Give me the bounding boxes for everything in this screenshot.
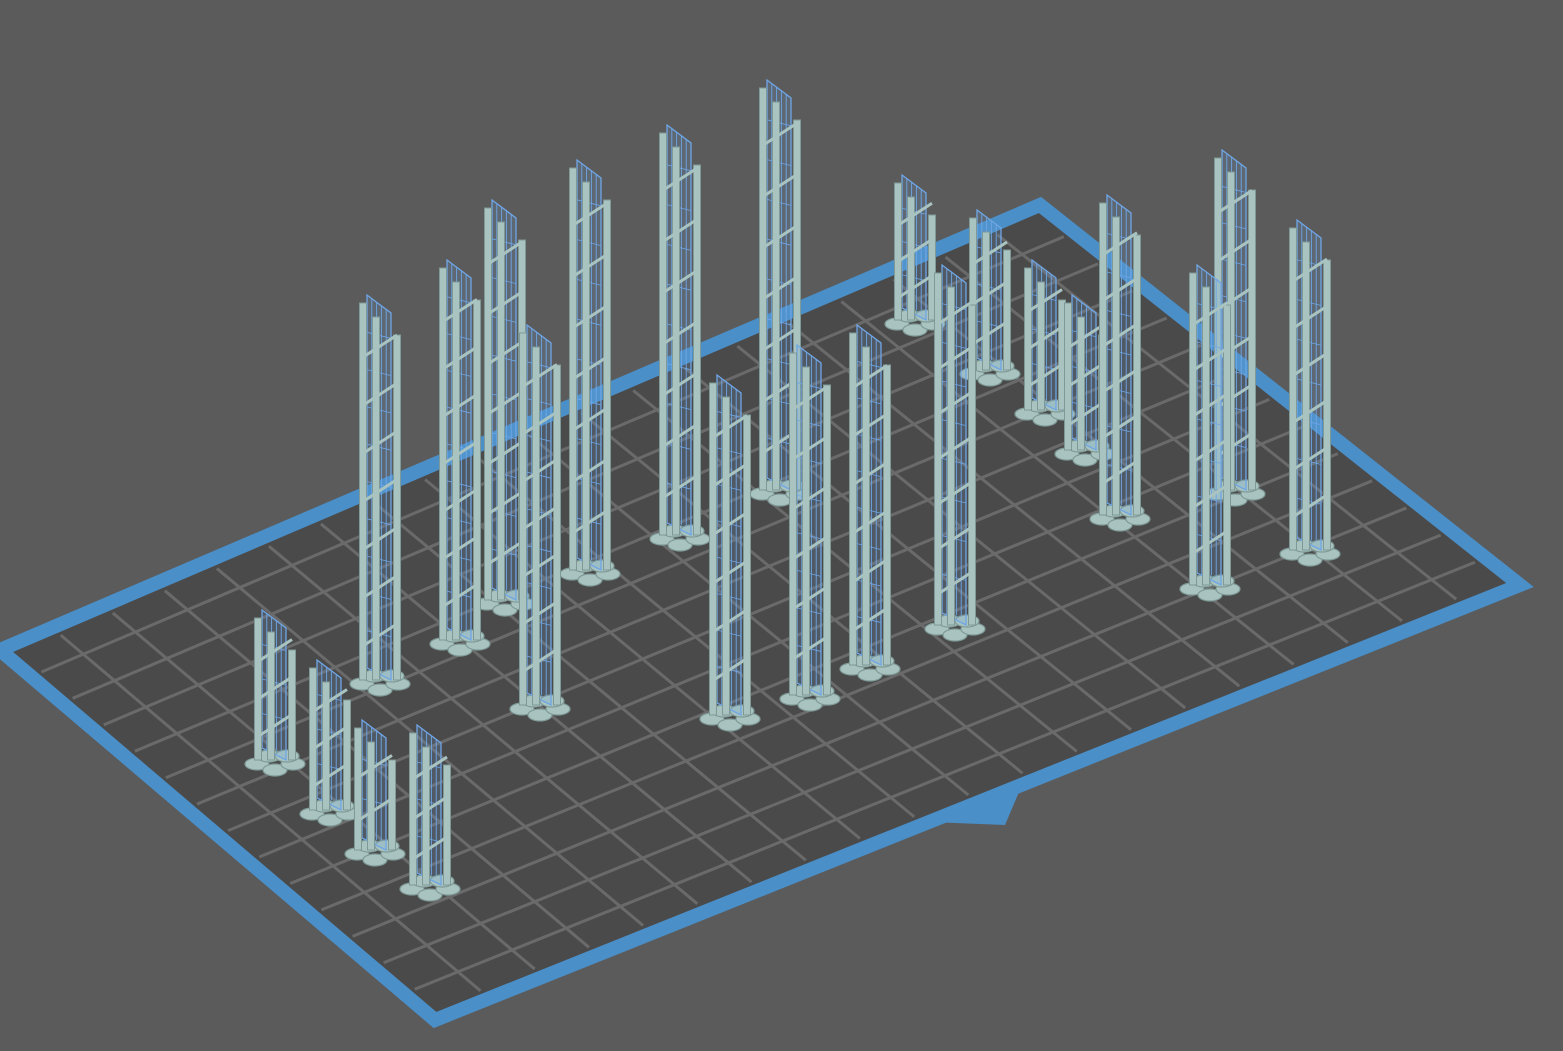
support-pillar (883, 364, 891, 666)
supported-model-m14[interactable] (839, 323, 901, 682)
support-pillar (443, 764, 451, 886)
support-pillar (367, 741, 375, 851)
support-pillar (582, 181, 590, 571)
support-pillar (553, 364, 561, 706)
support-pillar (452, 281, 460, 641)
support-pillar (1024, 267, 1032, 411)
support-pillar (672, 146, 680, 536)
supported-model-m02[interactable] (349, 293, 411, 697)
support-pillar (569, 167, 577, 571)
support-pillar (519, 332, 527, 706)
supported-model-m06[interactable] (429, 258, 491, 657)
support-pillar (393, 334, 401, 681)
support-pillar (894, 182, 902, 321)
support-pillar (1189, 272, 1197, 586)
support-pillar (532, 346, 540, 706)
support-pillar (354, 727, 362, 851)
supported-model-m12[interactable] (699, 373, 761, 732)
supported-model-m20[interactable] (1089, 193, 1151, 532)
support-pillar (849, 332, 857, 666)
support-pillar (1099, 202, 1107, 516)
support-pillar (759, 87, 767, 491)
support-pillar (722, 396, 730, 716)
support-pillar (789, 352, 797, 696)
supported-model-m15[interactable] (924, 263, 986, 642)
support-pillar (473, 299, 481, 641)
support-pillar (1248, 189, 1256, 491)
support-pillar (409, 732, 417, 886)
support-pillar (497, 221, 505, 601)
support-pillar (288, 649, 296, 761)
supported-model-m08[interactable] (509, 323, 571, 722)
support-pillar (1302, 241, 1310, 551)
supported-model-m21[interactable] (1179, 263, 1241, 602)
support-pillar (1223, 304, 1231, 586)
support-pillar (1133, 234, 1141, 516)
support-pillar (372, 316, 380, 681)
support-pillar (1202, 286, 1210, 586)
support-pillar (709, 382, 717, 716)
supported-model-m10[interactable] (649, 123, 711, 552)
support-pillar (1064, 302, 1072, 451)
3d-viewport[interactable] (0, 0, 1563, 1051)
supported-model-m09[interactable] (559, 158, 621, 587)
support-pillar (934, 272, 942, 626)
support-pillar (254, 617, 262, 761)
support-pillar (1289, 227, 1297, 551)
support-pillar (862, 346, 870, 666)
support-pillar (1003, 249, 1011, 371)
support-pillar (802, 366, 810, 696)
support-pillar (659, 132, 667, 536)
support-pillar (1323, 259, 1331, 551)
supported-model-m23[interactable] (1279, 218, 1341, 567)
support-pillar (968, 304, 976, 626)
support-pillar (388, 759, 396, 851)
support-pillar (772, 101, 780, 491)
build-plate-scene[interactable] (0, 0, 1563, 1051)
support-pillar (484, 207, 492, 601)
support-pillar (743, 414, 751, 716)
support-pillar (359, 302, 367, 681)
supported-model-m13[interactable] (779, 343, 841, 712)
support-pillar (947, 286, 955, 626)
support-pillar (1112, 216, 1120, 516)
support-pillar (343, 699, 351, 811)
support-pillar (439, 267, 447, 641)
support-pillar (309, 667, 317, 811)
